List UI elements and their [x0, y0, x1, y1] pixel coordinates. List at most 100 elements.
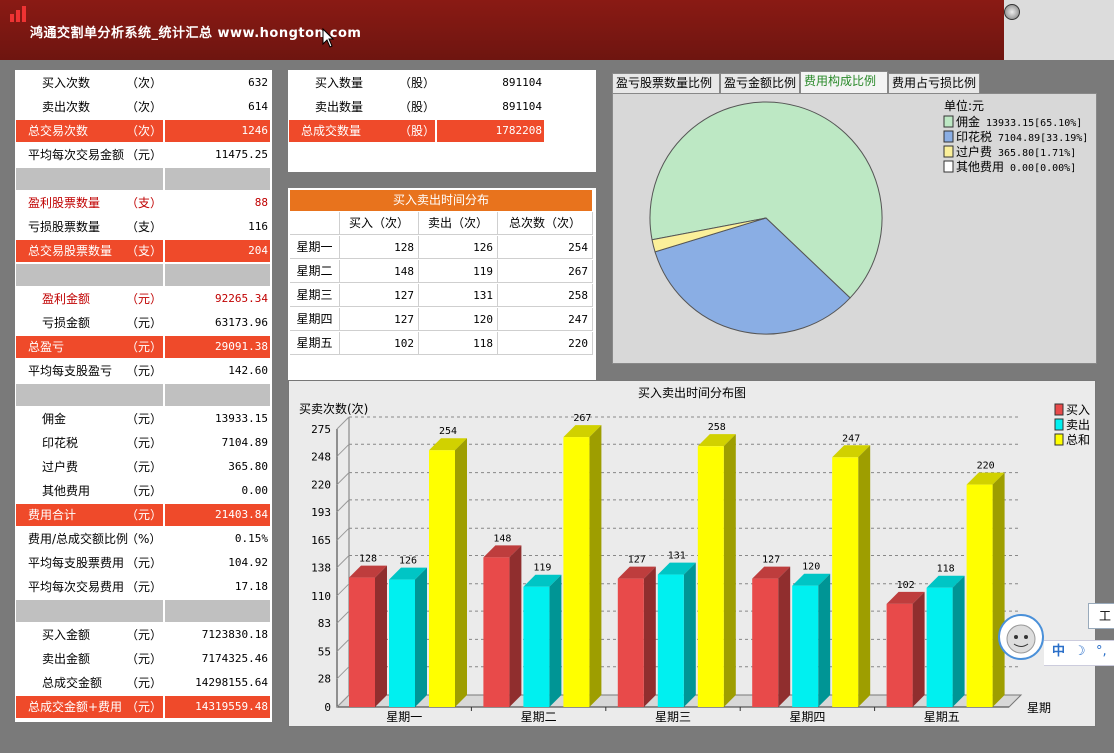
stats-value: 14298155.64	[165, 672, 270, 694]
ime-avatar-icon[interactable]	[998, 614, 1044, 660]
bar-chart-title: 买入卖出时间分布图	[638, 386, 746, 400]
stats-value: 21403.84	[165, 504, 270, 526]
stats-label: 印花税	[42, 436, 79, 450]
stats-row: 平均每次交易金额 （元） 11475.25	[15, 143, 272, 167]
stats-value	[165, 168, 270, 190]
stats-value: 14319559.48	[165, 696, 270, 718]
time-table-cell: 254	[498, 236, 593, 259]
stats-row	[15, 263, 272, 287]
stats-label: 平均每次交易金额	[28, 148, 125, 162]
stats-label-cell: 亏损股票数量 （支）	[16, 216, 163, 238]
fee-pie-chart: 单位:元佣金 13933.15[65.10%]印花税 7104.89[33.19%]…	[649, 98, 1088, 335]
stats-unit: （次）	[126, 100, 163, 114]
stats-row	[15, 383, 272, 407]
quantity-label-cell: 买入数量 （股）	[289, 72, 435, 94]
bar-grid-diag	[336, 555, 350, 568]
pie-legend-value: 13933.15[65.10%]	[986, 118, 1082, 129]
stats-row: 其他费用 （元） 0.00	[15, 479, 272, 503]
stats-unit: （元）	[126, 412, 163, 426]
close-icon[interactable]	[1004, 4, 1020, 20]
stats-value: 13933.15	[165, 408, 270, 430]
stats-label-cell: 盈利股票数量 （支）	[16, 192, 163, 214]
tab-2[interactable]: 盈亏金额比例	[720, 73, 800, 93]
stats-label-cell: 平均每支股盈亏 （元）	[16, 360, 163, 382]
bar-grid-diag	[336, 527, 350, 541]
bar-总和-星期一	[429, 438, 467, 707]
ime-toolbar[interactable]: 中 ☽ °,	[1044, 640, 1114, 666]
bar-value-label: 247	[842, 433, 860, 444]
bar-买入-星期四	[752, 566, 791, 707]
stats-row: 平均每支股票费用 （元） 104.92	[15, 551, 272, 575]
time-table-header: 卖出（次）	[419, 212, 498, 235]
time-table-cell: 118	[419, 332, 498, 355]
stats-row: 佣金 （元） 13933.15	[15, 407, 272, 431]
time-table-cell: 220	[498, 332, 593, 355]
bar-category-label: 星期一	[386, 710, 422, 724]
bar-legend-swatch	[1054, 403, 1064, 416]
tab-1[interactable]: 盈亏股票数量比例	[612, 73, 720, 93]
bar-总和-星期三	[697, 434, 736, 707]
stats-row: 亏损股票数量 （支） 116	[15, 215, 272, 239]
stats-row: 费用合计 （元） 21403.84	[15, 503, 272, 527]
stats-unit: （支）	[126, 244, 163, 258]
bar-y-tick: 275	[311, 423, 331, 436]
stats-value: 7174325.46	[165, 648, 270, 670]
stats-unit: （元）	[126, 436, 163, 450]
stats-label: 卖出次数	[42, 100, 91, 114]
stats-row: 总成交金额+费用 （元） 14319559.48	[15, 695, 272, 719]
stats-label-cell: 佣金 （元）	[16, 408, 163, 430]
stats-label: 总交易股票数量	[28, 244, 113, 258]
quantity-label: 买入数量	[315, 76, 364, 90]
stats-label-cell: 其他费用 （元）	[16, 480, 163, 502]
moon-icon[interactable]: ☽	[1074, 641, 1086, 663]
window-title: 鸿通交割单分析系统_统计汇总 www.hongton.com	[30, 26, 362, 41]
stats-value: 614	[165, 96, 270, 118]
stats-row: 总盈亏 （元） 29091.38	[15, 335, 272, 359]
bar-grid-diag	[336, 472, 350, 485]
bar-总和-星期五	[966, 472, 1005, 707]
bar-总和-星期四	[832, 445, 871, 707]
stats-label: 总成交金额+费用	[28, 700, 123, 714]
bar-legend-swatch	[1054, 433, 1064, 446]
time-table-cell: 126	[419, 236, 498, 259]
stats-value: 7123830.18	[165, 624, 270, 646]
stats-label-cell: 亏损金额 （元）	[16, 312, 163, 334]
stats-row: 卖出次数 （次） 614	[15, 95, 272, 119]
pie-legend-swatch	[943, 160, 954, 173]
bar-category-label: 星期二	[521, 710, 557, 724]
bar-总和-星期二	[563, 425, 602, 707]
bar-value-label: 120	[802, 562, 820, 573]
stats-unit: （元）	[126, 628, 163, 642]
bar-y-tick: 55	[318, 645, 331, 658]
stats-row: 盈利金额 （元） 92265.34	[15, 287, 272, 311]
pie-legend-name: 过户费	[956, 144, 992, 159]
quantity-table: 买入数量 （股） 891104 卖出数量 （股） 891104 总成交数量 （股） 178220…	[288, 70, 596, 172]
bar-grid-diag	[336, 499, 350, 513]
stats-label: 亏损股票数量	[28, 220, 101, 234]
time-distribution-table: 买入卖出时间分布 买入（次） 卖出（次） 总次数（次） 星期一 128 126 254 星期二…	[288, 188, 596, 380]
tab-4[interactable]: 费用占亏损比例	[888, 73, 980, 93]
time-table-header: 总次数（次）	[498, 212, 593, 235]
time-table-cell: 247	[498, 308, 593, 331]
bar-卖出-星期一	[389, 567, 427, 707]
bar-legend-label: 卖出	[1066, 418, 1090, 432]
bar-买入-星期一	[349, 565, 387, 707]
tab-3[interactable]: 费用构成比例	[800, 71, 888, 93]
ime-chinese-mode[interactable]: 中	[1052, 641, 1065, 663]
time-table-cell: 120	[419, 308, 498, 331]
stats-row	[15, 599, 272, 623]
stats-row: 印花税 （元） 7104.89	[15, 431, 272, 455]
time-table-cell: 267	[498, 260, 593, 283]
stats-label-cell: 买入次数 （次）	[16, 72, 163, 94]
stats-row: 总交易次数 （次） 1246	[15, 119, 272, 143]
punctuation-icon[interactable]: °,	[1096, 641, 1107, 663]
stats-value: 1246	[165, 120, 270, 142]
bar-y-tick: 83	[318, 617, 331, 630]
cursor-icon	[322, 28, 334, 48]
time-table-cell: 119	[419, 260, 498, 283]
bar-legend-label: 买入	[1066, 403, 1090, 417]
stats-label-cell: 卖出次数 （次）	[16, 96, 163, 118]
stats-label-cell: 费用/总成交额比例 （%）	[16, 528, 163, 550]
stats-label: 亏损金额	[42, 316, 91, 330]
stats-unit: （元）	[126, 340, 163, 354]
